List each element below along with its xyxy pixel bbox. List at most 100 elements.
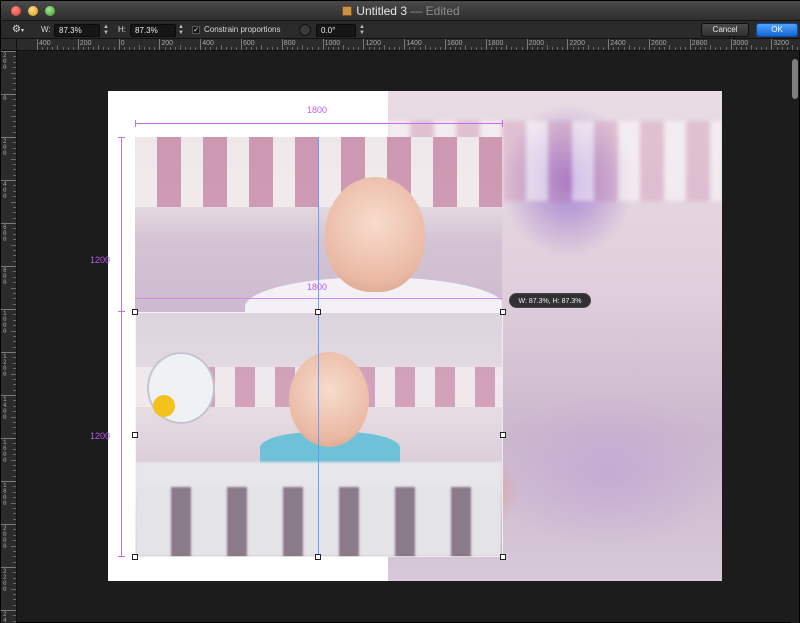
ruler-minor-tick <box>13 190 16 192</box>
ruler-minor-tick <box>72 47 74 50</box>
ruler-tick-label: 1400 <box>406 40 422 47</box>
cancel-button[interactable]: Cancel <box>701 23 749 37</box>
ruler-tick <box>241 39 242 50</box>
ruler-minor-tick <box>11 244 16 246</box>
ruler-minor-tick <box>756 47 758 50</box>
ruler-minor-tick <box>256 47 258 50</box>
ruler-tick-label: 2200 <box>3 568 7 593</box>
width-stepper[interactable]: ▲ ▼ <box>102 24 110 37</box>
ruler-minor-tick <box>13 233 16 235</box>
ruler-minor-tick <box>13 448 16 450</box>
ruler-minor-tick <box>13 427 16 429</box>
angle-stepper[interactable]: ▲ ▼ <box>358 24 366 37</box>
ruler-minor-tick <box>13 335 16 337</box>
ruler-tick <box>771 39 773 50</box>
transform-handle-bottom[interactable] <box>315 554 321 560</box>
ruler-minor-tick <box>13 400 16 402</box>
ruler-minor-tick <box>439 47 441 50</box>
ruler-minor-tick <box>57 45 59 50</box>
transform-handle-right[interactable] <box>500 432 506 438</box>
ruler-minor-tick <box>654 47 656 50</box>
ruler-minor-tick <box>13 292 16 294</box>
ruler-minor-tick <box>13 486 16 488</box>
ruler-minor-tick <box>11 588 16 590</box>
ruler-minor-tick <box>13 276 16 278</box>
ruler-minor-tick <box>169 47 171 50</box>
vertical-scrollbar-thumb[interactable] <box>792 59 798 99</box>
ruler-minor-tick <box>13 260 16 262</box>
ruler-minor-tick <box>13 405 16 407</box>
horizontal-ruler[interactable]: 400 200 0 200 400 600 800 1000 1200 1400 1600 1800 2… <box>17 39 800 51</box>
height-input[interactable]: 87.3% <box>130 24 176 37</box>
ruler-minor-tick <box>618 47 620 50</box>
ruler-minor-tick <box>13 120 16 122</box>
ruler-minor-tick <box>225 47 227 50</box>
ruler-tick-label: 1000 <box>3 310 7 335</box>
ruler-minor-tick <box>572 47 574 50</box>
ruler-minor-tick <box>13 518 16 520</box>
ruler-minor-tick <box>13 212 16 214</box>
ruler-tick-label: 400 <box>3 181 7 200</box>
ruler-minor-tick <box>332 47 334 50</box>
ruler-minor-tick <box>13 325 16 327</box>
dimension-cap <box>502 120 503 127</box>
ruler-tick-label: 200 <box>161 40 174 47</box>
ruler-minor-tick <box>327 47 329 50</box>
ruler-minor-tick <box>154 47 156 50</box>
angle-dial-icon[interactable] <box>299 24 311 36</box>
ruler-minor-tick <box>13 142 16 144</box>
transform-bounding-box[interactable] <box>135 312 503 557</box>
vertical-scrollbar[interactable] <box>791 51 799 623</box>
ruler-minor-tick <box>13 346 16 348</box>
ruler-minor-tick <box>312 47 314 50</box>
ruler-minor-tick <box>669 45 671 50</box>
ruler-tick-label: 1600 <box>3 439 7 464</box>
horizontal-smart-guide <box>135 298 503 299</box>
transform-handle-bottom-left[interactable] <box>132 554 138 560</box>
ruler-minor-tick <box>184 47 186 50</box>
ruler-minor-tick <box>13 99 16 101</box>
ruler-tick-label: 1200 <box>3 353 7 378</box>
ruler-minor-tick <box>796 47 798 50</box>
ruler-tick-label: 800 <box>3 267 7 286</box>
ruler-tick <box>118 39 120 50</box>
document-title: Untitled 3 — Edited <box>1 4 800 18</box>
ruler-tick-label: 3000 <box>732 40 749 47</box>
transform-handle-top[interactable] <box>315 309 321 315</box>
ruler-minor-tick <box>179 45 181 50</box>
transform-handle-bottom-right[interactable] <box>500 554 506 560</box>
ruler-minor-tick <box>781 47 783 50</box>
ok-button[interactable]: OK <box>756 23 798 37</box>
ruler-minor-tick <box>592 47 594 50</box>
ruler-minor-tick <box>776 47 778 50</box>
angle-input[interactable]: 0.0° <box>316 24 356 37</box>
ruler-tick-label: 200 <box>3 52 7 71</box>
ruler-minor-tick <box>740 47 742 50</box>
ruler-minor-tick <box>659 47 661 50</box>
ruler-tick <box>689 39 691 50</box>
ruler-minor-tick <box>13 319 16 321</box>
ruler-minor-tick <box>133 47 135 50</box>
ruler-minor-tick <box>623 47 625 50</box>
ruler-minor-tick <box>13 282 16 284</box>
ruler-minor-tick <box>715 47 717 50</box>
width-input[interactable]: 87.3% <box>54 24 100 37</box>
ruler-tick-label: 600 <box>3 224 7 243</box>
vertical-ruler[interactable]: 200 0 200 400 600 800 1000 1200 1400 1600 1800 2000… <box>1 51 17 623</box>
ruler-minor-tick <box>13 561 16 563</box>
height-label: H: <box>118 25 126 34</box>
transform-handle-top-left[interactable] <box>132 309 138 315</box>
top-height-dimension-label: 1200 <box>90 255 111 265</box>
ruler-minor-tick <box>460 47 462 50</box>
ruler-minor-tick <box>598 47 599 50</box>
baby-face <box>325 177 425 292</box>
ruler-tick <box>281 39 283 50</box>
ruler-minor-tick <box>174 47 176 50</box>
gear-icon[interactable]: ⚙▾ <box>12 21 24 39</box>
transform-handle-left[interactable] <box>132 432 138 438</box>
ruler-minor-tick <box>679 47 681 50</box>
height-stepper[interactable]: ▲ ▼ <box>177 24 185 37</box>
constrain-proportions-checkbox[interactable]: ✓ <box>192 26 200 34</box>
transform-handle-top-right[interactable] <box>500 309 506 315</box>
ruler-minor-tick <box>13 577 16 579</box>
